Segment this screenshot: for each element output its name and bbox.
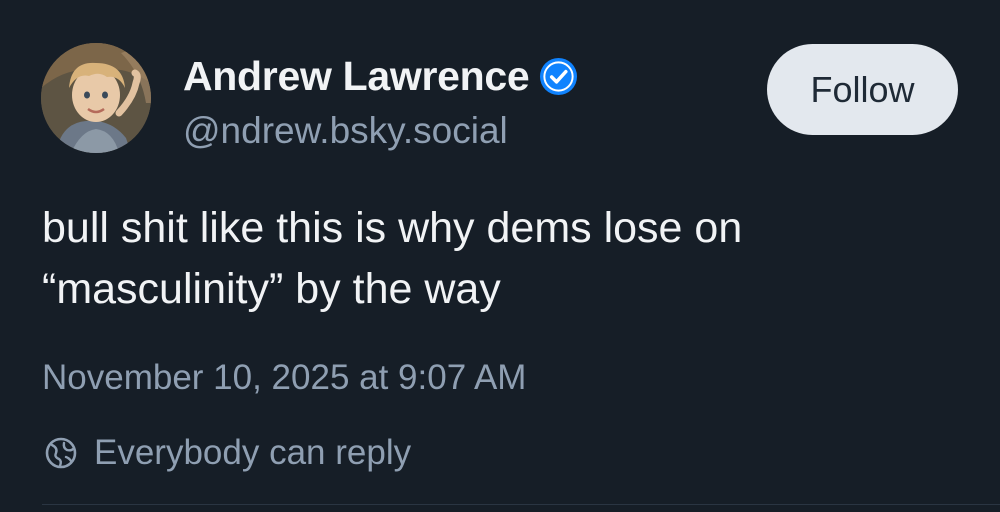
author-display-name[interactable]: Andrew Lawrence [183,53,530,100]
post-text-line: “masculinity” by the way [42,265,501,313]
reply-settings: Everybody can reply [44,428,411,478]
reply-settings-label: Everybody can reply [94,433,412,472]
post-text: bull shit like this is why dems lose on … [42,198,962,320]
globe-icon [44,436,78,470]
divider [42,504,1000,505]
post-text-line: bull shit like this is why dems lose on [42,204,743,252]
post-card: Andrew Lawrence @ndrew.bsky.social Follo… [0,0,1000,512]
post-timestamp[interactable]: November 10, 2025 at 9:07 AM [42,358,526,398]
follow-button[interactable]: Follow [767,44,958,135]
verified-check-icon [539,57,578,96]
author-handle[interactable]: @ndrew.bsky.social [183,110,508,152]
avatar[interactable] [41,43,151,153]
author-name-row: Andrew Lawrence [183,52,578,100]
avatar-image [41,43,151,153]
